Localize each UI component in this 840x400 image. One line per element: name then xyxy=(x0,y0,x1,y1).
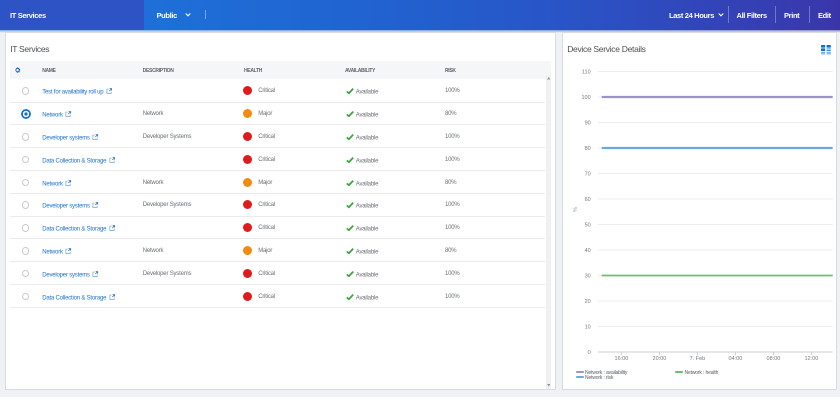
svg-text:20: 20 xyxy=(585,299,591,305)
svg-text:40: 40 xyxy=(585,248,591,254)
svg-text:04:00: 04:00 xyxy=(729,356,743,362)
svg-text:16:00: 16:00 xyxy=(615,356,629,362)
svg-text:80: 80 xyxy=(585,146,591,152)
svg-text:90: 90 xyxy=(585,121,591,127)
svg-text:50: 50 xyxy=(585,223,591,229)
svg-text:110: 110 xyxy=(582,70,591,76)
svg-text:60: 60 xyxy=(585,197,591,203)
svg-text:30: 30 xyxy=(585,274,591,280)
svg-text:20:00: 20:00 xyxy=(653,356,667,362)
svg-text:0: 0 xyxy=(588,350,591,356)
svg-text:100: 100 xyxy=(582,95,591,101)
svg-text:12:00: 12:00 xyxy=(805,356,819,362)
svg-text:7. Feb: 7. Feb xyxy=(690,356,706,362)
svg-text:70: 70 xyxy=(585,172,591,178)
svg-text:08:00: 08:00 xyxy=(767,356,781,362)
svg-text:%: % xyxy=(573,207,579,212)
svg-text:10: 10 xyxy=(585,325,591,331)
